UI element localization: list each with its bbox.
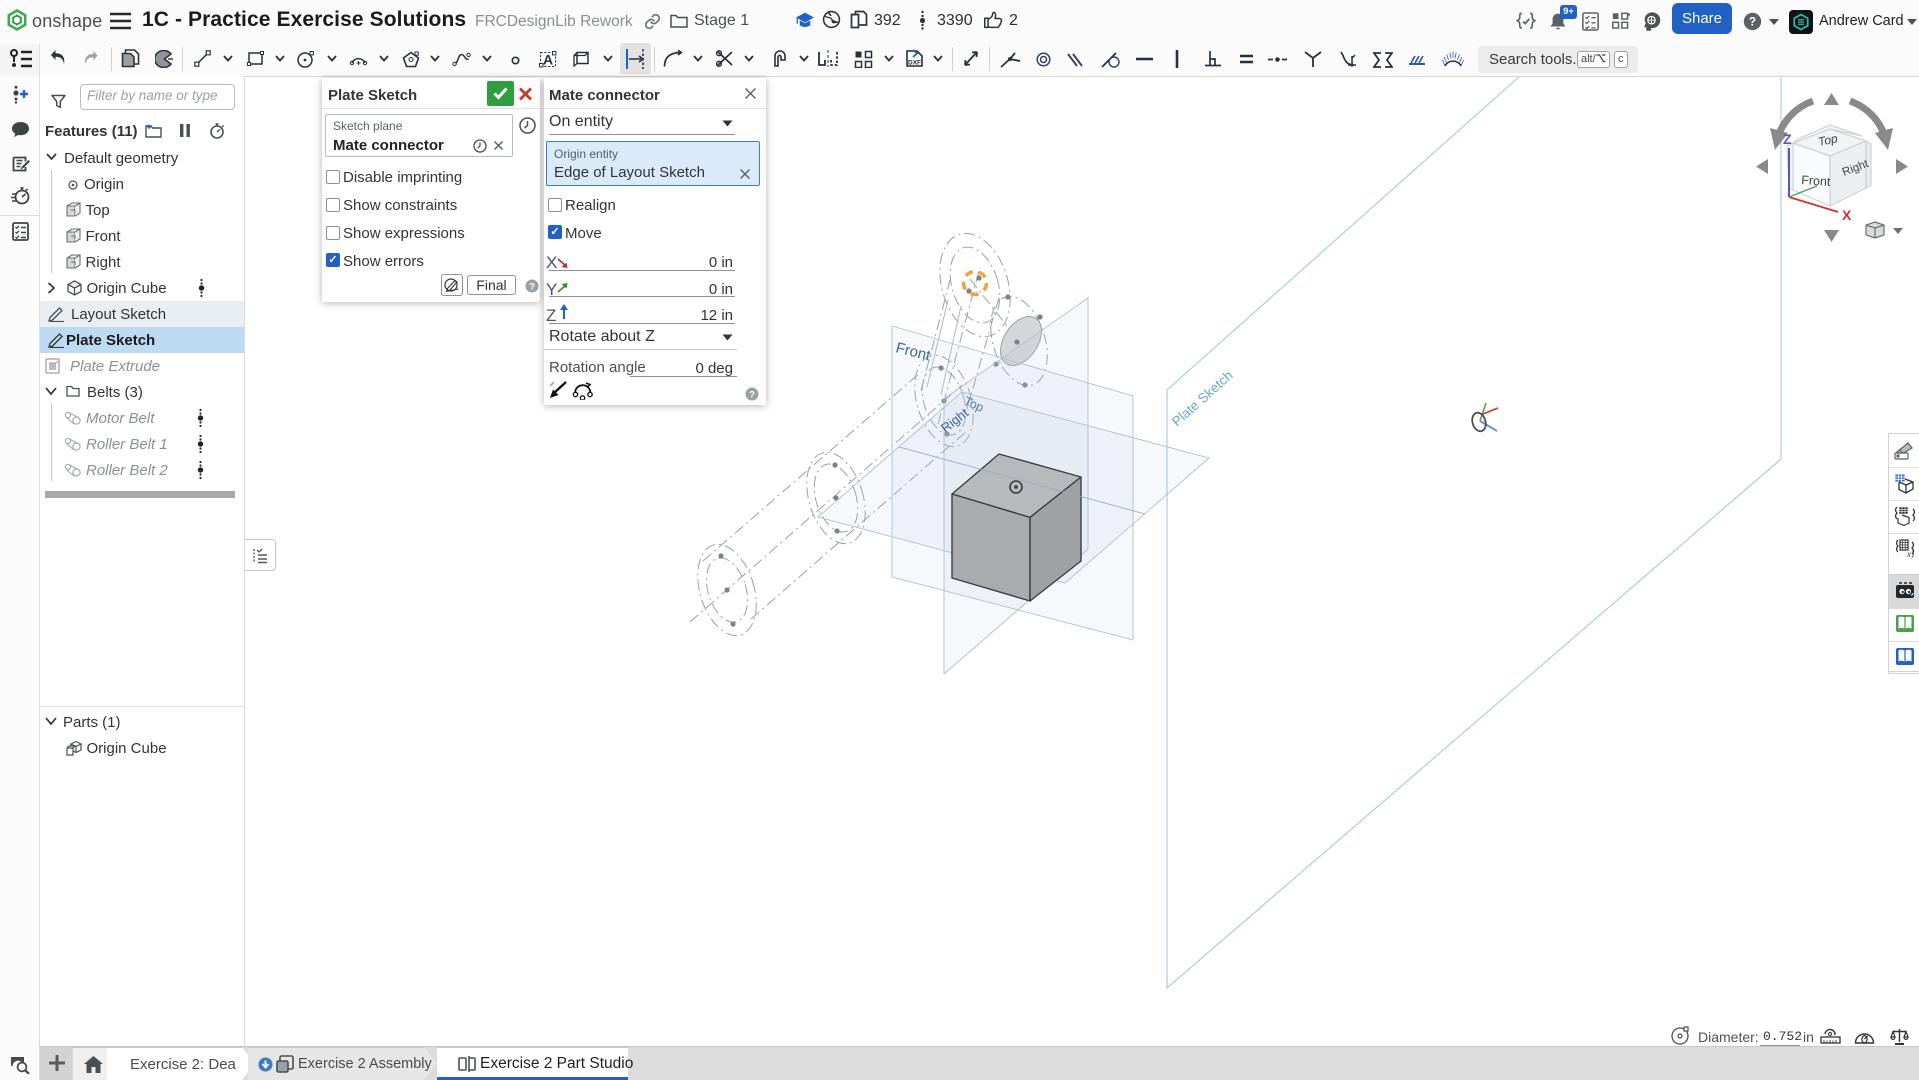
svg-text:?: ? [529, 282, 535, 293]
svg-text:DXF: DXF [908, 60, 921, 67]
svg-text:Z: Z [1783, 131, 1792, 147]
svg-text:?: ? [749, 390, 755, 401]
svg-text:Plate Sketch: Plate Sketch [1169, 368, 1236, 430]
svg-text:?: ? [1749, 14, 1756, 28]
svg-text:X: X [1842, 207, 1852, 223]
svg-text:A: A [543, 52, 553, 68]
